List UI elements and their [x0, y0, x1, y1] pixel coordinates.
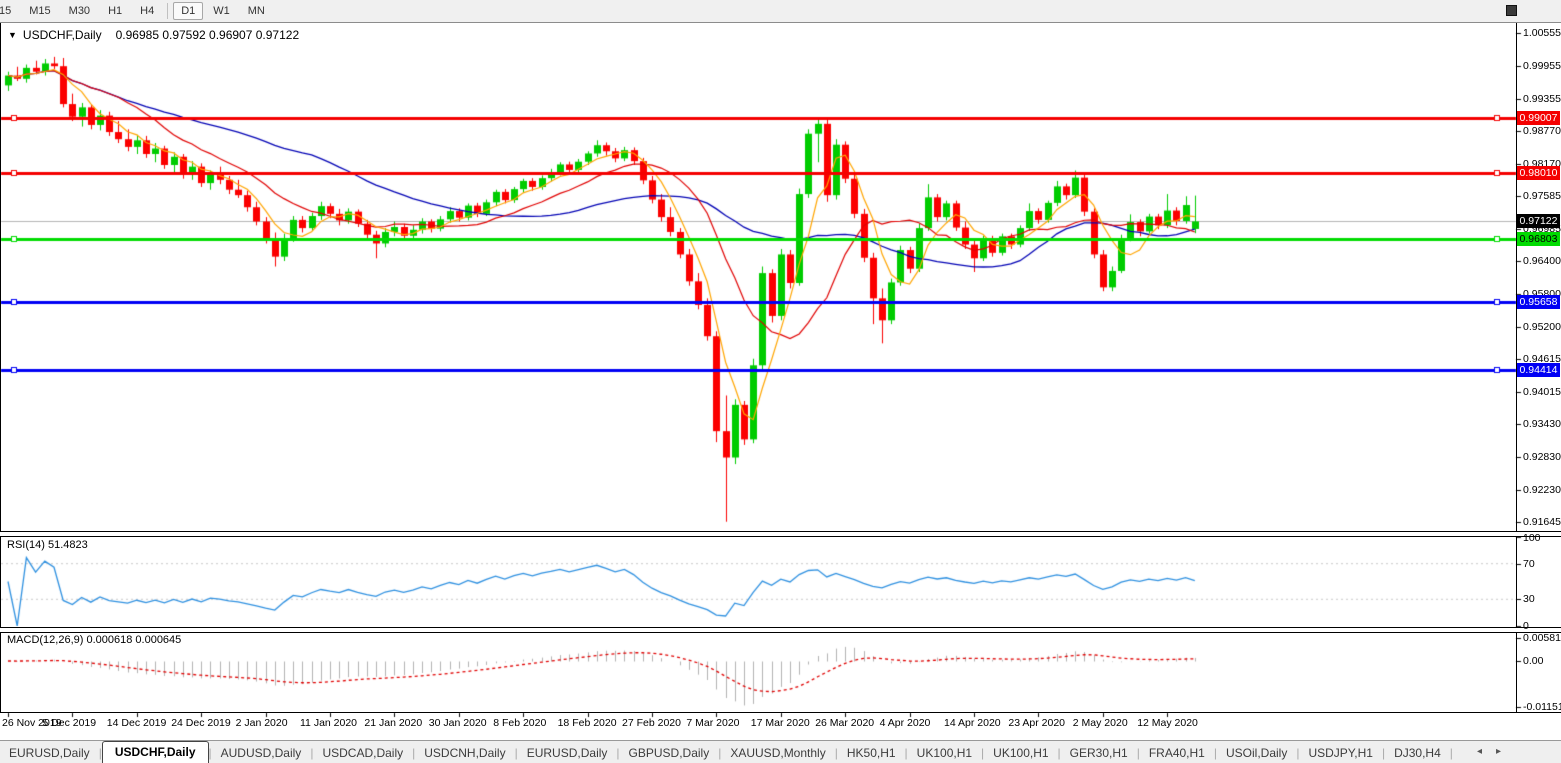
price-axis-tick-label: 0.96400 [1523, 255, 1561, 268]
price-chart-canvas[interactable] [0, 0, 1561, 763]
hline-price-badge: 0.95658 [1517, 294, 1560, 309]
price-axis-tick-label: 0.92230 [1523, 483, 1561, 496]
macd-indicator-label: MACD(12,26,9) 0.000618 0.000645 [7, 634, 182, 646]
date-axis-label: 11 Jan 2020 [300, 717, 358, 729]
date-axis-label: 26 Mar 2020 [815, 717, 875, 729]
price-axis-tick-label: 0.92830 [1523, 450, 1561, 463]
price-axis-tick-label: 0.99355 [1523, 92, 1561, 105]
date-axis-label: 18 Feb 2020 [557, 717, 617, 729]
hline-price-badge: 0.98010 [1517, 165, 1560, 180]
trading-app-window: 15M15M30H1H4D1W1MN ▼ USDCHF,Daily 0.9698… [0, 0, 1561, 763]
hline-price-badge: 0.96803 [1517, 231, 1560, 246]
chart-symbol-label: USDCHF,Daily [22, 28, 102, 42]
tab-uk100-h1[interactable]: UK100,H1 [984, 743, 1057, 763]
date-axis-label: 4 Apr 2020 [879, 717, 931, 729]
price-axis-tick-label: 0.98770 [1523, 124, 1561, 137]
price-axis-tick-label: 0.91645 [1523, 516, 1561, 528]
date-axis-label: 12 May 2020 [1137, 717, 1198, 729]
collapse-ohlc-icon[interactable]: ▼ [8, 30, 17, 40]
tab-scroll-arrows: ◂ ▸ [1477, 746, 1501, 757]
price-axis-tick-label: 0.94015 [1523, 385, 1561, 398]
price-axis-tick-label: 1.00555 [1523, 27, 1561, 39]
macd-axis-label: 0.005818 [1523, 632, 1561, 644]
rsi-axis-label: 70 [1523, 557, 1535, 570]
date-axis-label: 2 May 2020 [1072, 717, 1128, 729]
hline-price-badge: 0.94414 [1517, 363, 1560, 378]
tab-audusd-daily[interactable]: AUDUSD,Daily [212, 743, 311, 763]
time-axis-line [0, 712, 1561, 713]
tab-eurusd-daily[interactable]: EURUSD,Daily [518, 743, 617, 763]
chart-ohlc-values: 0.96985 0.97592 0.96907 0.97122 [115, 28, 300, 42]
tab-gbpusd-daily[interactable]: GBPUSD,Daily [620, 743, 719, 763]
tab-usdcnh-daily[interactable]: USDCNH,Daily [415, 743, 514, 763]
tab-fra40-h1[interactable]: FRA40,H1 [1140, 743, 1214, 763]
macd-axis-label: 0.00 [1523, 655, 1544, 667]
date-axis-label: 17 Mar 2020 [750, 717, 810, 729]
tab-usdcad-daily[interactable]: USDCAD,Daily [313, 743, 412, 763]
tab-scroll-right-icon[interactable]: ▸ [1496, 746, 1501, 757]
tab-usoil-daily[interactable]: USOil,Daily [1217, 743, 1296, 763]
symbol-tab-bar: EURUSD,Daily | USDCHF,Daily | AUDUSD,Daily | U… [0, 740, 1561, 763]
rsi-axis-label: 100 [1523, 532, 1541, 544]
tab-uk100-h1[interactable]: UK100,H1 [908, 743, 981, 763]
date-axis-label: 2 Jan 2020 [235, 717, 288, 729]
price-axis-tick-label: 0.95200 [1523, 320, 1561, 333]
tab-usdchf-daily[interactable]: USDCHF,Daily [101, 741, 209, 763]
date-axis-label: 27 Feb 2020 [622, 717, 681, 729]
tab-xauusd-monthly[interactable]: XAUUSD,Monthly [721, 743, 834, 763]
date-axis-label: 8 Feb 2020 [493, 717, 547, 729]
date-axis-label: 30 Jan 2020 [428, 717, 487, 729]
chart-title: ▼ USDCHF,Daily 0.96985 0.97592 0.96907 0… [8, 28, 299, 42]
hline-price-badge: 0.99007 [1517, 110, 1560, 125]
rsi-macd-divider[interactable] [0, 627, 1561, 633]
tab-dj30-h4[interactable]: DJ30,H4 [1385, 743, 1450, 763]
date-axis-label: 14 Apr 2020 [944, 717, 1001, 729]
tab-eurusd-daily[interactable]: EURUSD,Daily [0, 743, 99, 763]
tab-ger30-h1[interactable]: GER30,H1 [1061, 743, 1137, 763]
rsi-indicator-label: RSI(14) 51.4823 [7, 539, 88, 551]
date-axis-label: 14 Dec 2019 [106, 717, 167, 729]
price-axis-tick-label: 0.99955 [1523, 59, 1561, 72]
price-axis-tick-label: 0.93430 [1523, 418, 1561, 431]
date-axis-label: 21 Jan 2020 [364, 717, 423, 729]
chart-left-border [0, 23, 1, 712]
tab-usdjpy-h1[interactable]: USDJPY,H1 [1299, 743, 1381, 763]
macd-axis-label: -0.011514 [1523, 700, 1561, 713]
rsi-axis-label: 0 [1523, 620, 1529, 632]
current-price-badge: 0.97122 [1517, 214, 1560, 229]
tab-separator: | [1449, 746, 1453, 760]
main-rsi-divider[interactable] [0, 531, 1561, 537]
date-axis-label: 7 Mar 2020 [686, 717, 740, 729]
tab-scroll-left-icon[interactable]: ◂ [1477, 746, 1482, 757]
date-axis-label: 23 Apr 2020 [1008, 717, 1066, 729]
date-axis-label: 5 Dec 2019 [42, 717, 97, 729]
date-axis-label: 24 Dec 2019 [171, 717, 231, 729]
price-axis-tick-label: 0.97585 [1523, 190, 1561, 202]
rsi-axis-label: 30 [1523, 593, 1535, 606]
tab-hk50-h1[interactable]: HK50,H1 [838, 743, 905, 763]
